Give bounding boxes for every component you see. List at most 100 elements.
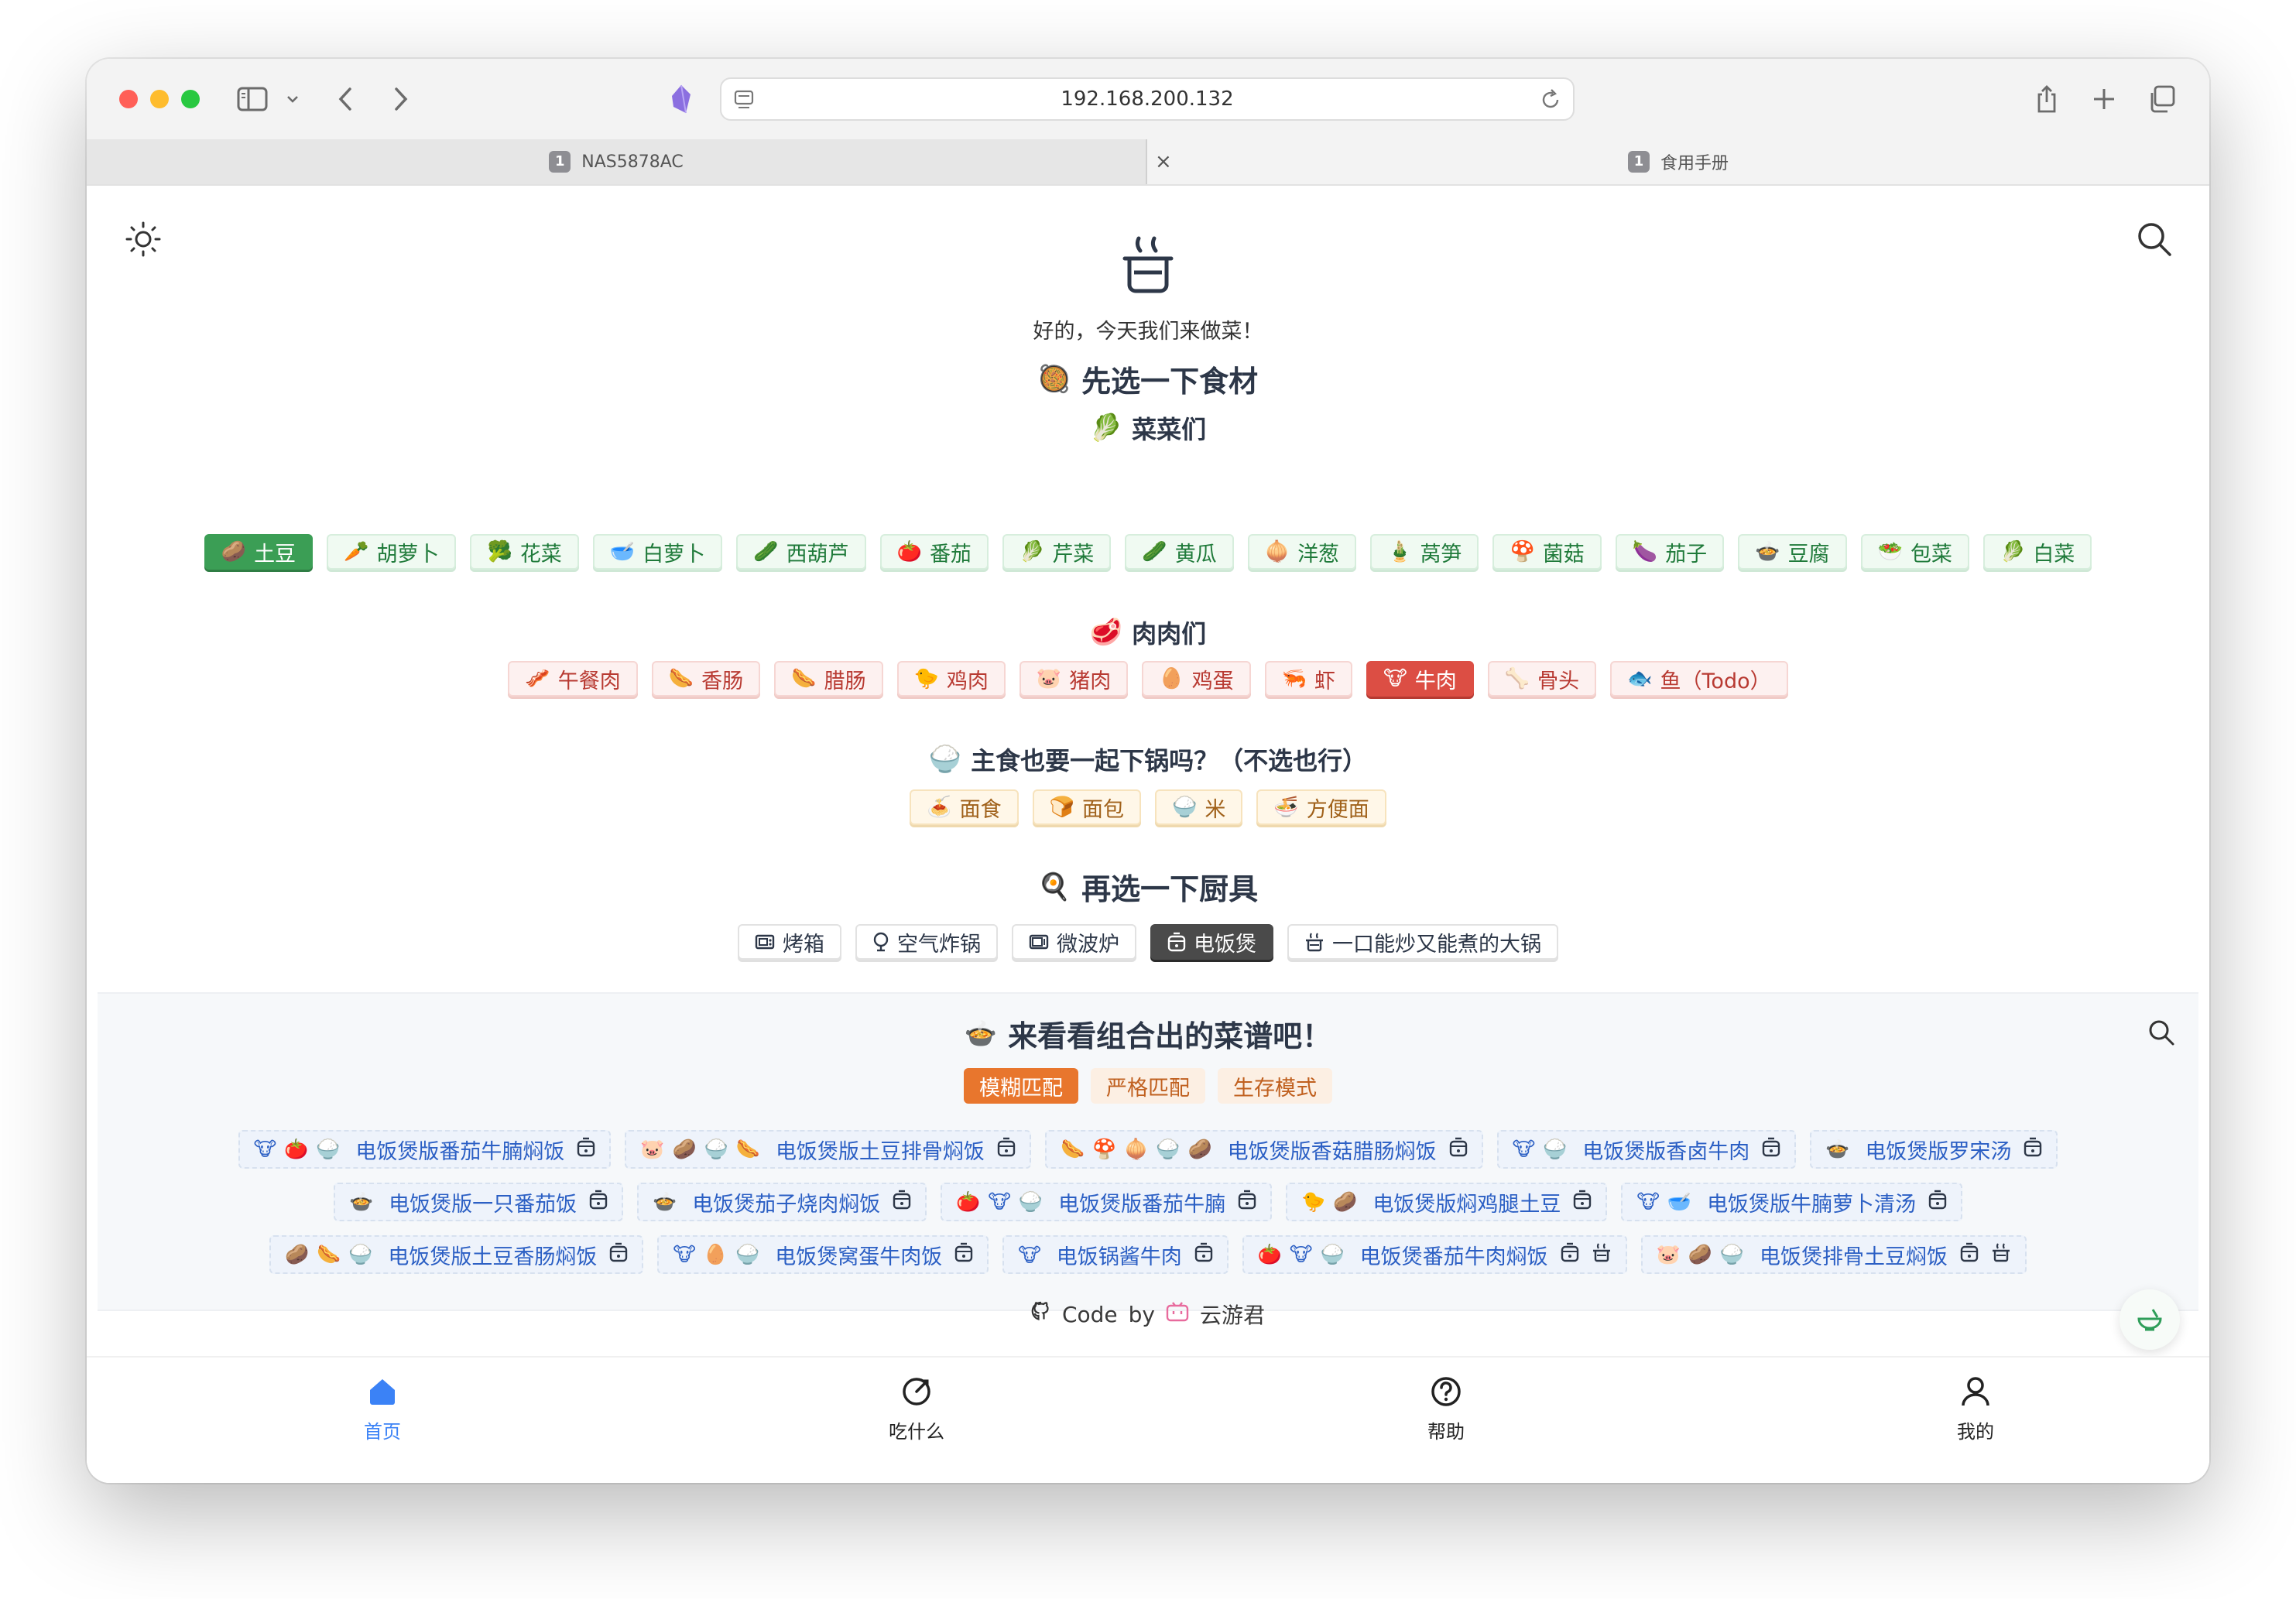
recipe-link[interactable]: 🌭🍄🧅🍚🥔 电饭煲版香菇腊肠焖饭 <box>1044 1130 1483 1169</box>
new-tab-icon[interactable] <box>2089 80 2120 118</box>
recipe-link[interactable]: 🐤🥔 电饭煲版焖鸡腿土豆 <box>1286 1183 1608 1221</box>
bowl-icon <box>2137 1309 2162 1331</box>
staple-emoji: 🍚 <box>1172 796 1198 819</box>
vegetable-chip[interactable]: 🥬 芹菜 <box>1002 534 1112 570</box>
meat-label: 鸡蛋 <box>1191 669 1234 693</box>
match-mode-button[interactable]: 生存模式 <box>1218 1068 1332 1104</box>
nav-label: 我的 <box>1957 1421 1994 1443</box>
recipe-emojis: 🐮🥣 <box>1636 1190 1700 1213</box>
results-title: 来看看组合出的菜谱吧！ <box>1008 1019 1332 1053</box>
match-mode-button[interactable]: 严格匹配 <box>1091 1068 1205 1104</box>
nav-help[interactable]: 帮助 <box>1369 1376 1523 1443</box>
meat-chip[interactable]: 🌭 香肠 <box>651 661 761 697</box>
meat-chip[interactable]: 🐤 鸡肉 <box>896 661 1006 697</box>
tab-badge: 1 <box>1627 151 1650 173</box>
tab-recipe[interactable]: 1 食用手册 <box>1147 139 2209 184</box>
tool-chip[interactable]: 微波炉 <box>1012 924 1136 960</box>
tool-chip[interactable]: 烤箱 <box>738 924 841 960</box>
vegetable-chip[interactable]: 🥗 包菜 <box>1860 534 1969 570</box>
by-label: by <box>1128 1301 1155 1327</box>
floating-bowl-button[interactable] <box>2120 1289 2180 1350</box>
recipe-link[interactable]: 🐮🥚🍚 电饭煲窝蛋牛肉饭 <box>657 1235 989 1274</box>
nav-what-to-eat[interactable]: 吃什么 <box>839 1376 994 1443</box>
recipe-link[interactable]: 🍅🐮🍚 电饭煲番茄牛肉焖饭 <box>1242 1235 1627 1274</box>
recipe-link[interactable]: 🐮🍅🍚 电饭煲版番茄牛腩焖饭 <box>238 1130 612 1169</box>
zoom-window-button[interactable] <box>181 90 200 108</box>
recipe-link[interactable]: 🐷🥔🍚 电饭煲排骨土豆焖饭 <box>1640 1235 2027 1274</box>
vegetable-label: 白萝卜 <box>643 542 706 567</box>
meat-chip[interactable]: 🦴 骨头 <box>1487 661 1597 697</box>
staple-chip[interactable]: 🍞 面包 <box>1032 789 1141 825</box>
meat-chip[interactable]: 🐷 猪肉 <box>1019 661 1129 697</box>
nav-profile[interactable]: 我的 <box>1898 1376 2053 1443</box>
vegetable-chip[interactable]: 🍆 茄子 <box>1615 534 1725 570</box>
recipe-emojis: 🍅🐮🍚 <box>956 1190 1051 1213</box>
results-search-icon[interactable] <box>2147 1019 2175 1049</box>
rice-cooker-icon <box>997 1137 1016 1162</box>
vegetable-chip[interactable]: 🥕 胡萝卜 <box>327 534 457 570</box>
nav-home[interactable]: 首页 <box>305 1376 460 1443</box>
help-icon <box>1431 1377 1461 1406</box>
vegetable-chip[interactable]: 🧅 洋葱 <box>1247 534 1357 570</box>
close-tab-icon[interactable]: × <box>1155 152 1172 172</box>
recipe-link[interactable]: 🍲 电饭煲茄子烧肉焖饭 <box>637 1183 927 1221</box>
sidebar-toggle-icon[interactable] <box>235 80 269 118</box>
vegetable-chip[interactable]: 🍲 豆腐 <box>1738 534 1847 570</box>
vegetable-chip[interactable]: 🥬 白菜 <box>1982 534 2092 570</box>
meat-chip[interactable]: 🥓 午餐肉 <box>508 661 638 697</box>
address-bar[interactable]: 192.168.200.132 <box>720 77 1575 121</box>
tool-chip[interactable]: 电饭煲 <box>1150 924 1273 960</box>
page-settings-icon[interactable] <box>732 88 756 117</box>
tools-title: 再选一下厨具 <box>1081 872 1259 906</box>
tab-nas[interactable]: 1 NAS5878AC <box>87 139 1147 184</box>
tool-chip[interactable]: 一口能炒又能煮的大锅 <box>1287 924 1558 960</box>
vegetable-chip[interactable]: 🍄 菌菇 <box>1492 534 1602 570</box>
vegetable-chip[interactable]: 🎍 莴笋 <box>1370 534 1479 570</box>
vegetable-chip[interactable]: 🥣 白萝卜 <box>592 534 723 570</box>
staple-label: 米 <box>1205 797 1226 822</box>
staple-chip[interactable]: 🍚 米 <box>1155 789 1243 825</box>
staple-chip[interactable]: 🍜 方便面 <box>1256 789 1386 825</box>
meat-chip[interactable]: 🥚 鸡蛋 <box>1142 661 1251 697</box>
vegetable-label: 芹菜 <box>1052 542 1095 567</box>
extension-icon[interactable] <box>666 80 697 118</box>
recipe-link[interactable]: 🥔🌭🍚 电饭煲版土豆香肠焖饭 <box>269 1235 644 1274</box>
staples-heading-emoji: 🍚 <box>928 744 962 775</box>
back-icon[interactable] <box>333 80 358 118</box>
staples-title: 主食也要一起下锅吗？（不选也行） <box>971 746 1368 776</box>
meat-chip[interactable]: 🌭 腊肠 <box>774 661 883 697</box>
tab-overview-icon[interactable] <box>2146 80 2177 118</box>
tab-title: 食用手册 <box>1660 154 1729 173</box>
logo <box>87 235 2209 294</box>
recipe-link[interactable]: 🐮🥣 电饭煲版牛腩萝卜清汤 <box>1621 1183 1963 1221</box>
recipe-link[interactable]: 🐮 电饭锅酱牛肉 <box>1002 1235 1229 1274</box>
recipe-link[interactable]: 🍲 电饭煲版一只番茄饭 <box>333 1183 624 1221</box>
share-icon[interactable] <box>2031 80 2062 118</box>
vegetable-chip[interactable]: 🥦 花菜 <box>470 534 579 570</box>
close-window-button[interactable] <box>119 90 138 108</box>
chevron-down-icon[interactable] <box>285 80 300 118</box>
vegetable-chip[interactable]: 🥔 土豆 <box>204 534 314 570</box>
meat-chip[interactable]: 🐟 鱼（Todo） <box>1610 661 1788 697</box>
vegetable-label: 土豆 <box>254 542 296 567</box>
vegetable-emoji: 🥣 <box>609 540 636 563</box>
recipe-title: 电饭煲排骨土豆焖饭 <box>1760 1245 1948 1269</box>
recipe-link[interactable]: 🐮🍚 电饭煲版香卤牛肉 <box>1496 1130 1797 1169</box>
footer-credit[interactable]: Code by 云游君 <box>87 1299 2209 1330</box>
reload-icon[interactable] <box>1539 88 1562 117</box>
vegetable-chip[interactable]: 🥒 西葫芦 <box>736 534 866 570</box>
minimize-window-button[interactable] <box>150 90 169 108</box>
forward-icon[interactable] <box>389 80 413 118</box>
recipe-link[interactable]: 🍲 电饭煲版罗宋汤 <box>1810 1130 2058 1169</box>
recipe-link[interactable]: 🍅🐮🍚 电饭煲版番茄牛腩 <box>941 1183 1273 1221</box>
meat-chip[interactable]: 🐮 牛肉 <box>1366 661 1474 697</box>
vegetable-chip[interactable]: 🥒 黄瓜 <box>1125 534 1234 570</box>
staple-chip[interactable]: 🍝 面食 <box>910 789 1019 825</box>
bilibili-icon <box>1166 1301 1189 1328</box>
tool-chip[interactable]: 空气炸锅 <box>855 924 998 960</box>
match-mode-button[interactable]: 模糊匹配 <box>964 1068 1078 1104</box>
meat-chip[interactable]: 🦐 虾 <box>1264 661 1352 697</box>
recipe-link[interactable]: 🐷🥔🍚🌭 电饭煲版土豆排骨焖饭 <box>625 1130 1031 1169</box>
tool-label: 一口能炒又能煮的大锅 <box>1332 932 1541 957</box>
vegetable-chip[interactable]: 🍅 番茄 <box>879 534 989 570</box>
